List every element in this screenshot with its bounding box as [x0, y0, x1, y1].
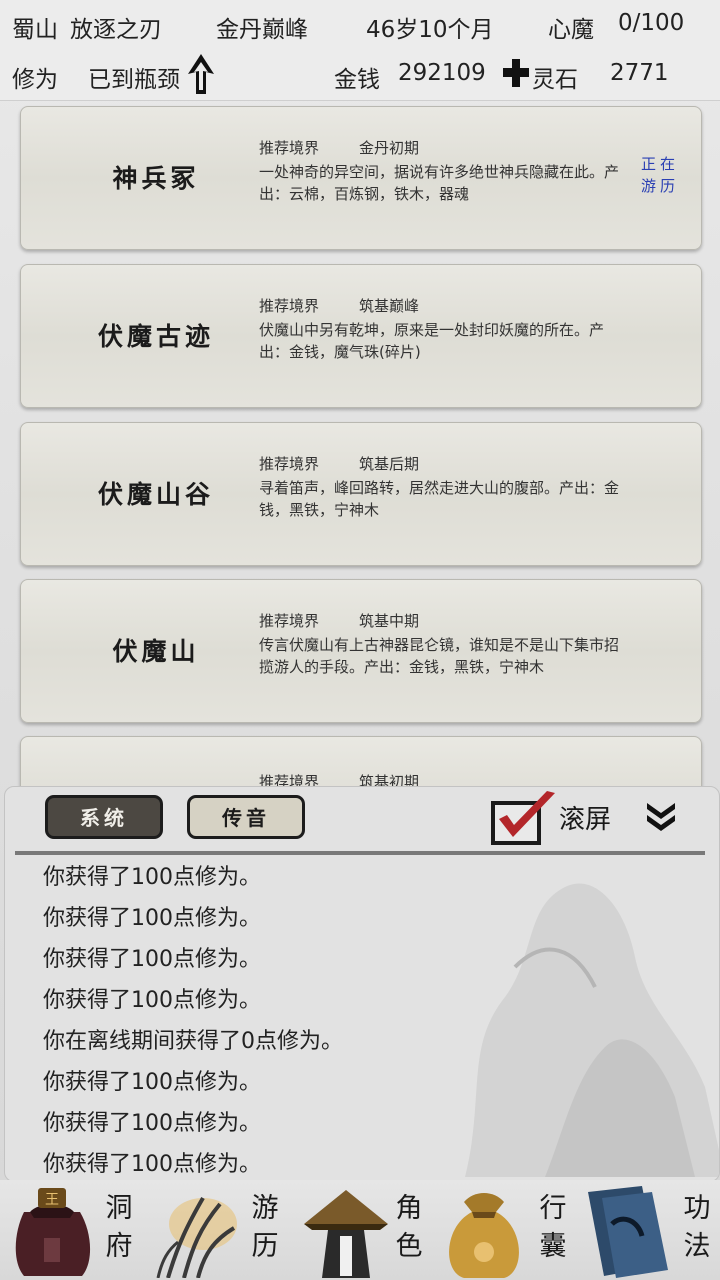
- nav-char: 洞: [105, 1193, 133, 1224]
- nav-label-youli: 游 历: [250, 1190, 280, 1266]
- collapse-chevron-icon[interactable]: [641, 799, 681, 833]
- log-entry: 你获得了100点修为。: [43, 947, 261, 972]
- breakthrough-arrow-icon[interactable]: [186, 52, 216, 96]
- message-log-panel[interactable]: 系统 传音 滚屏 你获得了100点修为。 你获得了100点修为。 你获得了100…: [4, 786, 720, 1182]
- recommended-label: 推荐境界: [259, 139, 320, 157]
- nav-label-juese: 角 色: [394, 1190, 424, 1266]
- location-description: 一处神奇的异空间，据说有许多绝世神兵隐藏在此。产出：云棉，百炼钢，铁木，器魂: [259, 163, 620, 203]
- log-list: 你获得了100点修为。 你获得了100点修为。 你获得了100点修为。 你获得了…: [43, 857, 343, 1181]
- character-title: 放逐之刃: [70, 17, 162, 43]
- location-card-shenbingzhong[interactable]: 神兵冢 推荐境界 金丹初期 一处神奇的异空间，据说有许多绝世神兵隐藏在此。产出：…: [20, 106, 702, 250]
- bottom-navigation: 王 洞 府 游 历 角 色 行 囊 功 法: [0, 1180, 720, 1280]
- ink-mountain-decoration: [465, 883, 719, 1177]
- log-entry: 你获得了100点修为。: [43, 906, 261, 931]
- nav-char: 功: [683, 1193, 711, 1224]
- xinmo-value: 0/100: [618, 10, 685, 36]
- travel-reeds-icon: [156, 1197, 237, 1278]
- nav-char: 法: [683, 1231, 711, 1262]
- nav-label-xingnang: 行 囊: [538, 1190, 568, 1266]
- recommended-realm: 筑基巅峰: [359, 297, 420, 315]
- xiuwei-label: 修为: [12, 67, 58, 93]
- auto-scroll-label[interactable]: 滚屏: [559, 799, 611, 836]
- money-value: 292109: [398, 60, 486, 86]
- log-entry: 你获得了100点修为。: [43, 865, 261, 890]
- log-entry: 你获得了100点修为。: [43, 1111, 261, 1136]
- location-name: 伏魔山: [112, 637, 200, 666]
- tab-voice[interactable]: 传音: [187, 795, 305, 839]
- svg-text:王: 王: [45, 1192, 59, 1208]
- recommended-label: 推荐境界: [259, 612, 320, 630]
- nav-char: 行: [539, 1193, 567, 1224]
- xiuwei-value: 已到瓶颈: [88, 67, 180, 93]
- location-card-fumoguji[interactable]: 伏魔古迹 推荐境界 筑基巅峰 伏魔山中另有乾坤，原来是一处封印妖魔的所在。产出：…: [20, 264, 702, 408]
- nav-char: 历: [251, 1231, 279, 1262]
- nav-char: 色: [395, 1231, 423, 1262]
- log-entry: 你获得了100点修为。: [43, 1152, 261, 1177]
- realm-value: 金丹巅峰: [216, 17, 308, 43]
- log-entry: 你获得了100点修为。: [43, 988, 261, 1013]
- add-lingshi-icon[interactable]: [502, 58, 530, 88]
- location-name: 神兵冢: [112, 164, 200, 193]
- recommended-realm: 筑基后期: [359, 455, 420, 473]
- lingshi-label: 灵石: [532, 67, 578, 93]
- traveling-status: 正在游历: [640, 155, 679, 195]
- tab-system[interactable]: 系统: [45, 795, 163, 839]
- location-description: 传言伏魔山有上古神器昆仑镜，谁知是不是山下集市招揽游人的手段。产出：金钱，黑铁，…: [259, 636, 620, 676]
- recommended-realm: 筑基中期: [359, 612, 420, 630]
- location-description: 寻着笛声，峰回路转，居然走进大山的腹部。产出：金钱，黑铁，宁神木: [259, 479, 620, 519]
- location-name: 伏魔古迹: [97, 322, 214, 351]
- log-entry: 你在离线期间获得了0点修为。: [43, 1029, 343, 1054]
- nav-char: 游: [251, 1193, 279, 1224]
- location-name: 伏魔山谷: [97, 480, 214, 509]
- nav-char: 囊: [539, 1231, 567, 1262]
- nav-char: 角: [395, 1193, 423, 1224]
- age-value: 46岁10个月: [366, 17, 494, 43]
- location-card-fumoshangu[interactable]: 伏魔山谷 推荐境界 筑基后期 寻着笛声，峰回路转，居然走进大山的腹部。产出：金钱…: [20, 422, 702, 566]
- manual-books-icon: [588, 1186, 668, 1278]
- money-label: 金钱: [334, 67, 380, 93]
- recommended-label: 推荐境界: [259, 297, 320, 315]
- character-hat-icon: [304, 1190, 388, 1278]
- nav-label-gongfa: 功 法: [682, 1190, 712, 1266]
- location-card-fumoshan[interactable]: 伏魔山 推荐境界 筑基中期 传言伏魔山有上古神器昆仑镜，谁知是不是山下集市招揽游…: [20, 579, 702, 723]
- panel-divider: [15, 851, 705, 855]
- xinmo-label: 心魔: [548, 17, 594, 43]
- sect-name: 蜀山: [12, 17, 58, 43]
- status-header: 蜀山 放逐之刃 金丹巅峰 46岁10个月 心魔 0/100 修为 已到瓶颈 金钱…: [0, 0, 720, 101]
- cave-bag-icon: 王: [15, 1188, 91, 1276]
- recommended-realm: 金丹初期: [359, 139, 420, 157]
- nav-char: 府: [105, 1231, 133, 1262]
- bag-icon: [449, 1193, 519, 1278]
- lingshi-value: 2771: [610, 60, 669, 86]
- header-row-1: 蜀山 放逐之刃 金丹巅峰 46岁10个月 心魔 0/100: [0, 0, 720, 50]
- location-description: 伏魔山中另有乾坤，原来是一处封印妖魔的所在。产出：金钱，魔气珠(碎片): [259, 321, 605, 361]
- nav-label-dongfu: 洞 府: [104, 1190, 134, 1266]
- auto-scroll-checkbox-icon[interactable]: [489, 789, 559, 845]
- log-entry: 你获得了100点修为。: [43, 1070, 261, 1095]
- recommended-label: 推荐境界: [259, 455, 320, 473]
- header-row-2: 修为 已到瓶颈 金钱 292109 灵石 2771: [0, 50, 720, 100]
